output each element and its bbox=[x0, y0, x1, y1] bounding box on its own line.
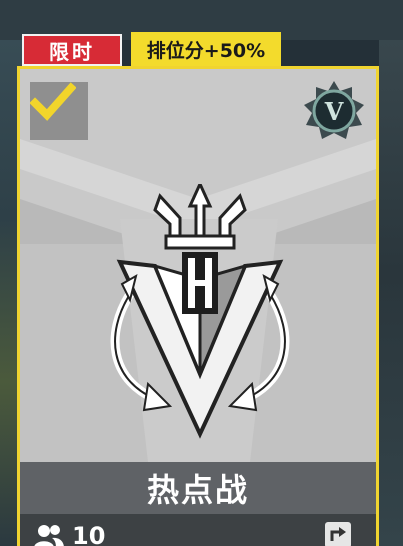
limited-tag: 限时 bbox=[22, 34, 122, 66]
player-count-value: 10 bbox=[72, 522, 106, 546]
rank-bonus-tag: 排位分+50% bbox=[131, 32, 281, 66]
rank-badge: V bbox=[302, 79, 366, 143]
mode-emblem bbox=[100, 184, 300, 454]
mode-title: 热点战 bbox=[146, 471, 249, 509]
mode-footer-bar: 10 bbox=[20, 514, 376, 546]
trident-emblem-icon bbox=[110, 184, 290, 439]
mode-card-art: V bbox=[20, 69, 376, 462]
selected-check-box[interactable] bbox=[30, 82, 88, 140]
player-count: 10 bbox=[34, 522, 105, 546]
background-right bbox=[379, 0, 403, 546]
rank-badge-letter: V bbox=[324, 97, 344, 126]
players-icon bbox=[34, 525, 64, 546]
check-icon bbox=[30, 82, 76, 121]
mode-title-bar: 热点战 bbox=[20, 462, 376, 514]
share-button[interactable] bbox=[325, 522, 351, 546]
share-icon bbox=[330, 527, 346, 541]
mode-card[interactable]: V 热点战 10 bbox=[17, 66, 379, 546]
rank-badge-icon: V bbox=[304, 81, 364, 139]
